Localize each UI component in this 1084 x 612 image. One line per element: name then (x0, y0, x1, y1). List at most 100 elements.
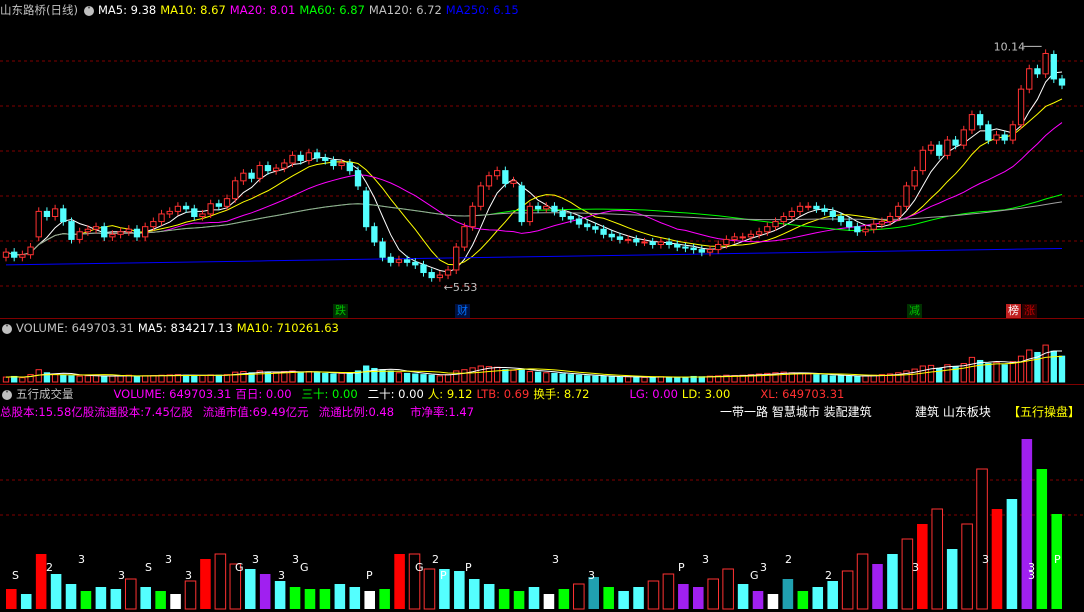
candle-body (739, 236, 746, 239)
candle (731, 232, 738, 244)
candle-body (780, 215, 787, 223)
candle-body (346, 162, 353, 172)
volume-bar (428, 374, 435, 383)
event-tag-bang[interactable]: 榜 (1006, 304, 1021, 318)
float-ratio: 流通比例:0.48 (318, 405, 395, 419)
candle (903, 181, 910, 211)
candle-body (919, 149, 926, 172)
wuxing-bar (797, 591, 809, 609)
wuxing-bar (752, 591, 764, 609)
wuxing-bar (976, 468, 988, 610)
wuxing-bar (946, 549, 958, 609)
candle-body (60, 208, 67, 223)
volume-bar (494, 366, 501, 383)
volume-chart[interactable] (0, 336, 1084, 384)
candle-body (133, 228, 141, 238)
candle (821, 204, 828, 216)
candle-body (510, 180, 517, 184)
volume-bar (813, 374, 820, 383)
candle-body (1050, 53, 1057, 80)
wuxing-label: 3 (760, 561, 767, 574)
wx-volume: VOLUME: 649703.31 (113, 387, 232, 401)
candle (133, 225, 141, 241)
wuxing-label: 3 (588, 569, 595, 582)
wuxing-bar (678, 584, 689, 609)
candle-body (363, 190, 370, 228)
volume-bar (150, 375, 157, 383)
candle (68, 217, 75, 244)
event-tag-zhang[interactable]: 涨 (1022, 304, 1037, 318)
candle-body (469, 205, 476, 228)
candle (43, 207, 51, 221)
wuxing-label: P (366, 569, 373, 582)
candle-body (526, 205, 534, 223)
candle (1034, 64, 1041, 78)
volume-bar (461, 369, 468, 383)
volume-bar (322, 372, 329, 383)
candle (674, 240, 681, 252)
candle-body (166, 210, 173, 215)
volume-bar (674, 376, 681, 383)
wuxing-bar (901, 538, 914, 610)
candle-body (174, 205, 182, 212)
candle-body (35, 210, 42, 238)
candle-body (796, 205, 804, 212)
collapse-icon[interactable]: ˅ (83, 5, 94, 16)
candle-body (960, 129, 967, 146)
event-tag-jian[interactable]: 减 (907, 304, 922, 318)
volume-bar (395, 372, 403, 383)
wuxing-bar (1006, 499, 1018, 609)
wuxing-bar (707, 578, 719, 610)
candle-body (813, 205, 820, 210)
candle-body (821, 208, 828, 212)
candle-body (403, 259, 411, 263)
candle-body (764, 226, 771, 233)
volume-bar (657, 376, 665, 383)
candle (191, 204, 198, 221)
candle-body (633, 238, 640, 243)
volume-bar (624, 376, 632, 383)
candle-body (494, 170, 501, 177)
wuxing-label: 2 (825, 569, 832, 582)
volume-bar (837, 375, 845, 383)
candle-body (68, 221, 75, 240)
float-value: 流通市值:69.49亿元 (202, 405, 309, 419)
volume-bar (444, 374, 452, 383)
event-tag-die[interactable]: 跌 (333, 304, 348, 318)
candle (805, 202, 812, 211)
candle-body (1034, 68, 1041, 75)
candle-body (715, 244, 722, 251)
price-chart[interactable]: 10.14 ←5.53 (0, 16, 1084, 316)
event-tag-cai[interactable]: 财 (455, 304, 470, 318)
volume-bar (534, 371, 542, 383)
candle-body (117, 231, 124, 235)
candle-body (1058, 78, 1066, 86)
wuxing-bar (647, 580, 660, 610)
candle-body (281, 162, 288, 169)
wuxing-volume-chart[interactable]: S233S33G33G3PG2PP33P3G3223333P (0, 420, 1084, 610)
wuxing-bar (140, 587, 151, 609)
wuxing-bar (468, 579, 480, 609)
wuxing-label: 3 (78, 553, 85, 566)
collapse-icon[interactable]: ˅ (2, 389, 12, 400)
wuxing-header: ˅ 五行成交量 VOLUME: 649703.31 百日: 0.00 三十: 0.00 二… (0, 386, 848, 402)
wuxing-bar (200, 559, 211, 609)
wuxing-panel-link[interactable]: 【五行操盘】 (1008, 404, 1080, 420)
candle-body (1017, 88, 1025, 126)
float-shares: 流通股本:7.45亿股 (94, 405, 193, 419)
candle-body (485, 175, 493, 187)
wuxing-bar (155, 591, 166, 609)
candle (502, 166, 509, 188)
wuxing-bar (334, 584, 346, 609)
collapse-icon[interactable]: ˅ (2, 323, 12, 334)
candle (960, 125, 967, 150)
wuxing-bar (35, 554, 47, 609)
candle (215, 199, 222, 211)
candle-body (862, 228, 869, 233)
volume-bar (927, 364, 935, 383)
candle-body (592, 226, 599, 230)
candle (494, 166, 501, 180)
wuxing-bar (423, 568, 436, 610)
candle-body (330, 159, 337, 167)
candle-body (1001, 134, 1008, 141)
